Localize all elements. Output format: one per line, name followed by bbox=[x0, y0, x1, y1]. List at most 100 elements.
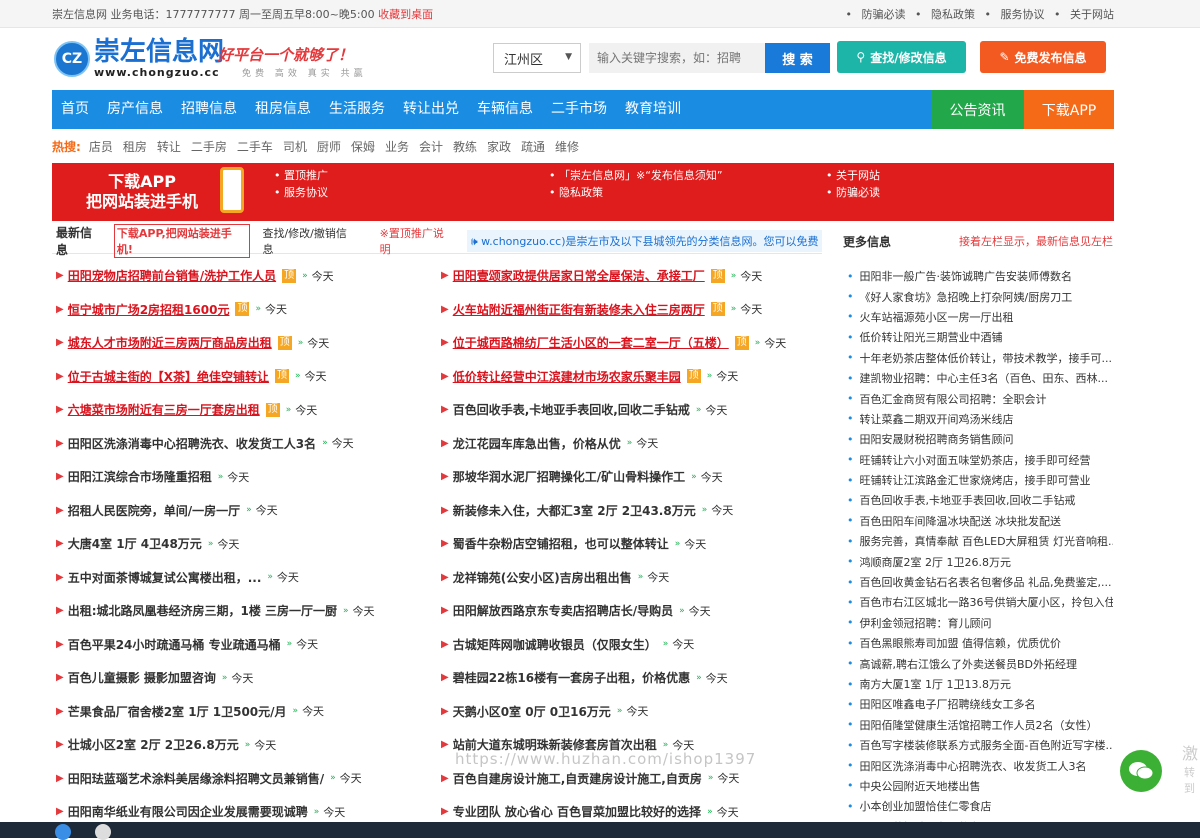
tab-top-note[interactable]: ※置顶推广说明 bbox=[380, 225, 455, 257]
hot-tag[interactable]: 疏通 bbox=[521, 138, 545, 155]
list-item[interactable]: ▶ 位于古城主街的【X茶】绝佳空铺转让顶 » 今天 bbox=[52, 368, 437, 385]
list-item[interactable]: ▶ 壮城小区2室 2厅 2卫26.8万元 » 今天 bbox=[52, 736, 437, 753]
hot-tag[interactable]: 业务 bbox=[385, 138, 409, 155]
nav-download-app[interactable]: 下载APP bbox=[1024, 90, 1114, 129]
listing-title[interactable]: 低价转让经营中江滨建材市场农家乐聚丰园 bbox=[453, 368, 681, 385]
list-item[interactable]: ▶ 田阳解放西路京东专卖店招聘店长/导购员 » 今天 bbox=[437, 602, 822, 619]
listing-title[interactable]: 百色平果24小时疏通马桶 专业疏通马桶 bbox=[68, 636, 281, 653]
list-item[interactable]: ▶ 芒果食品厂宿舍楼2室 1厅 1卫500元/月 » 今天 bbox=[52, 703, 437, 720]
nav-transfer[interactable]: 转让出兑 bbox=[394, 90, 468, 129]
side-list-item[interactable]: 转让菜鑫二期双开间鸡汤米线店 bbox=[843, 409, 1113, 429]
listing-title[interactable]: 火车站附近福州街正街有新装修未入住三房两厅 bbox=[453, 301, 705, 318]
list-item[interactable]: ▶ 招租人民医院旁，单间/一房一厅 » 今天 bbox=[52, 502, 437, 519]
hot-tag[interactable]: 租房 bbox=[123, 138, 147, 155]
list-item[interactable]: ▶ 那坡华润水泥厂招聘操化工/矿山骨料操作工 » 今天 bbox=[437, 468, 822, 485]
tab-find-edit[interactable]: 查找/修改/撤销信息 bbox=[262, 225, 357, 257]
listing-title[interactable]: 龙祥锦苑(公安小区)吉房出租出售 bbox=[453, 569, 632, 586]
nav-home[interactable]: 首页 bbox=[52, 90, 98, 129]
list-item[interactable]: ▶ 龙江花园车库急出售，价格从优 » 今天 bbox=[437, 435, 822, 452]
favorite-link[interactable]: 收藏到桌面 bbox=[378, 8, 433, 21]
hot-tag[interactable]: 维修 bbox=[555, 138, 579, 155]
side-list-item[interactable]: 十年老奶茶店整体低价转让，带技术教学，接手可... bbox=[843, 348, 1113, 368]
banner-link[interactable]: 「崇左信息网」※“发布信息须知” bbox=[549, 167, 723, 184]
find-edit-button[interactable]: ⚲ 查找/修改信息 bbox=[837, 41, 966, 73]
listing-title[interactable]: 碧桂园22栋16楼有一套房子出租，价格优惠 bbox=[453, 669, 690, 686]
wechat-icon[interactable] bbox=[1120, 750, 1162, 792]
listing-title[interactable]: 百色自建房设计施工,自贡建房设计施工,自贡房 bbox=[453, 770, 702, 787]
district-select[interactable]: 江州区 ▼ bbox=[493, 43, 581, 73]
listing-title[interactable]: 五中对面茶博城复试公寓楼出租，... bbox=[68, 569, 262, 586]
hot-tag[interactable]: 厨师 bbox=[317, 138, 341, 155]
listing-title[interactable]: 田阳江滨综合市场隆重招租 bbox=[68, 468, 212, 485]
nav-education[interactable]: 教育培训 bbox=[616, 90, 690, 129]
listing-title[interactable]: 大唐4室 1厅 4卫48万元 bbox=[68, 535, 202, 552]
list-item[interactable]: ▶ 火车站附近福州街正街有新装修未入住三房两厅顶 » 今天 bbox=[437, 301, 822, 318]
nav-jobs[interactable]: 招聘信息 bbox=[172, 90, 246, 129]
app-banner[interactable]: 下载APP 把网站装进手机 置顶推广 服务协议 「崇左信息网」※“发布信息须知”… bbox=[52, 163, 1114, 221]
side-list-item[interactable]: 中央公园附近天地楼出售 bbox=[843, 776, 1113, 796]
list-item[interactable]: ▶ 古城矩阵网咖诚聘收银员（仅限女生） » 今天 bbox=[437, 636, 822, 653]
listing-title[interactable]: 城东人才市场附近三房两厅商品房出租 bbox=[68, 334, 272, 351]
hot-tag[interactable]: 店员 bbox=[89, 138, 113, 155]
search-input[interactable] bbox=[589, 43, 765, 73]
banner-link[interactable]: 置顶推广 bbox=[274, 167, 328, 184]
side-list-item[interactable]: 南方大厦1室 1厅 1卫13.8万元 bbox=[843, 674, 1113, 694]
side-list-item[interactable]: 小本创业加盟恰佳仁零食店 bbox=[843, 796, 1113, 816]
banner-link[interactable]: 关于网站 bbox=[826, 167, 880, 184]
listing-title[interactable]: 六塘菜市场附近有三房一厅套房出租 bbox=[68, 401, 260, 418]
top-link-fraud[interactable]: • 防骗必读 bbox=[846, 8, 906, 21]
listing-title[interactable]: 位于城西路棉纺厂生活小区的一套二室一厅（五楼） bbox=[453, 334, 729, 351]
side-list-item[interactable]: 旺铺转让江滨路金汇世家烧烤店，接手即可营业 bbox=[843, 470, 1113, 490]
listing-title[interactable]: 专业团队 放心省心 百色冒菜加盟比较好的选择 bbox=[453, 803, 701, 820]
side-list-item[interactable]: 百色回收手表,卡地亚手表回收,回收二手钻戒 bbox=[843, 490, 1113, 510]
site-logo[interactable]: CZ 崇左信息网 www.chongzuo.cc bbox=[54, 38, 224, 79]
list-item[interactable]: ▶ 田阳江滨综合市场隆重招租 » 今天 bbox=[52, 468, 437, 485]
listing-title[interactable]: 田阳南华纸业有限公司因企业发展需要现诚聘 bbox=[68, 803, 308, 820]
listing-title[interactable]: 那坡华润水泥厂招聘操化工/矿山骨料操作工 bbox=[453, 468, 685, 485]
list-item[interactable]: ▶ 龙祥锦苑(公安小区)吉房出租出售 » 今天 bbox=[437, 569, 822, 586]
hot-tag[interactable]: 会计 bbox=[419, 138, 443, 155]
listing-title[interactable]: 古城矩阵网咖诚聘收银员（仅限女生） bbox=[453, 636, 657, 653]
hot-tag[interactable]: 教练 bbox=[453, 138, 477, 155]
list-item[interactable]: ▶ 百色回收手表,卡地亚手表回收,回收二手钻戒 » 今天 bbox=[437, 401, 822, 418]
side-list-item[interactable]: 百色汇金商贸有限公司招聘：全职会计 bbox=[843, 388, 1113, 408]
side-list-item[interactable]: 低价转让阳光三期营业中酒铺 bbox=[843, 327, 1113, 347]
tab-latest[interactable]: 最新信息 bbox=[56, 224, 104, 258]
listing-title[interactable]: 田阳宠物店招聘前台销售/洗护工作人员 bbox=[68, 267, 276, 284]
listing-title[interactable]: 芒果食品厂宿舍楼2室 1厅 1卫500元/月 bbox=[68, 703, 287, 720]
side-list-item[interactable]: 田阳安晟财税招聘商务销售顾问 bbox=[843, 429, 1113, 449]
side-list-item[interactable]: 《好人家食坊》急招晚上打杂阿姨/厨房刀工 bbox=[843, 286, 1113, 306]
side-list-item[interactable]: 旺铺转让六小对面五味堂奶茶店，接手即可经营 bbox=[843, 450, 1113, 470]
list-item[interactable]: ▶ 百色平果24小时疏通马桶 专业疏通马桶 » 今天 bbox=[52, 636, 437, 653]
search-button[interactable]: 搜 索 bbox=[765, 43, 830, 73]
listing-title[interactable]: 招租人民医院旁，单间/一房一厅 bbox=[68, 502, 240, 519]
listing-title[interactable]: 天鹅小区0室 0厅 0卫16万元 bbox=[453, 703, 611, 720]
side-list-item[interactable]: 田阳区唯鑫电子厂招聘绕线女工多名 bbox=[843, 694, 1113, 714]
list-item[interactable]: ▶ 五中对面茶博城复试公寓楼出租，... » 今天 bbox=[52, 569, 437, 586]
side-list-item[interactable]: 鸿顺商厦2室 2厅 1卫26.8万元 bbox=[843, 551, 1113, 571]
list-item[interactable]: ▶ 出租:城北路凤凰巷经济房三期，1楼 三房一厅一厨 » 今天 bbox=[52, 602, 437, 619]
listing-title[interactable]: 位于古城主街的【X茶】绝佳空铺转让 bbox=[68, 368, 269, 385]
hot-tag[interactable]: 转让 bbox=[157, 138, 181, 155]
side-list-item[interactable]: 伊利金领冠招聘：育儿顾问 bbox=[843, 613, 1113, 633]
list-item[interactable]: ▶ 田阳珐蓝瑙艺术涂料美居缘涂料招聘文员兼销售/ » 今天 bbox=[52, 770, 437, 787]
side-list-item[interactable]: 田阳佰隆堂健康生活馆招聘工作人员2名（女性） bbox=[843, 715, 1113, 735]
side-list-item[interactable]: 百色市右江区城北一路36号供销大厦小区，拎包入住 bbox=[843, 592, 1114, 612]
side-list-item[interactable]: 服务完善，真情奉献 百色LED大屏租赁 灯光音响租... bbox=[843, 531, 1114, 551]
list-item[interactable]: ▶ 田阳区洗涤消毒中心招聘洗衣、收发货工人3名 » 今天 bbox=[52, 435, 437, 452]
hot-tag[interactable]: 司机 bbox=[283, 138, 307, 155]
top-link-privacy[interactable]: • 隐私政策 bbox=[915, 8, 975, 21]
nav-secondhand[interactable]: 二手市场 bbox=[542, 90, 616, 129]
listing-title[interactable]: 田阳区洗涤消毒中心招聘洗衣、收发货工人3名 bbox=[68, 435, 316, 452]
side-list-item[interactable]: 百色田阳车间降温冰块配送 冰块批发配送 bbox=[843, 511, 1113, 531]
side-list-item[interactable]: 百色黑眼熊寿司加盟 值得信赖，优质优价 bbox=[843, 633, 1113, 653]
list-item[interactable]: ▶ 蜀香牛杂粉店空铺招租，也可以整体转让 » 今天 bbox=[437, 535, 822, 552]
list-item[interactable]: ▶ 百色自建房设计施工,自贡建房设计施工,自贡房 » 今天 bbox=[437, 770, 822, 787]
list-item[interactable]: ▶ 百色儿童摄影 摄影加盟咨询 » 今天 bbox=[52, 669, 437, 686]
list-item[interactable]: ▶ 新装修未入住，大都汇3室 2厅 2卫43.8万元 » 今天 bbox=[437, 502, 822, 519]
nav-vehicles[interactable]: 车辆信息 bbox=[468, 90, 542, 129]
listing-title[interactable]: 蜀香牛杂粉店空铺招租，也可以整体转让 bbox=[453, 535, 669, 552]
listing-title[interactable]: 田阳解放西路京东专卖店招聘店长/导购员 bbox=[453, 602, 673, 619]
listing-title[interactable]: 恒宁城市广场2房招租1600元 bbox=[68, 301, 230, 318]
list-item[interactable]: ▶ 田阳壹颂家政提供居家日常全屋保洁、承接工厂顶 » 今天 bbox=[437, 267, 822, 284]
